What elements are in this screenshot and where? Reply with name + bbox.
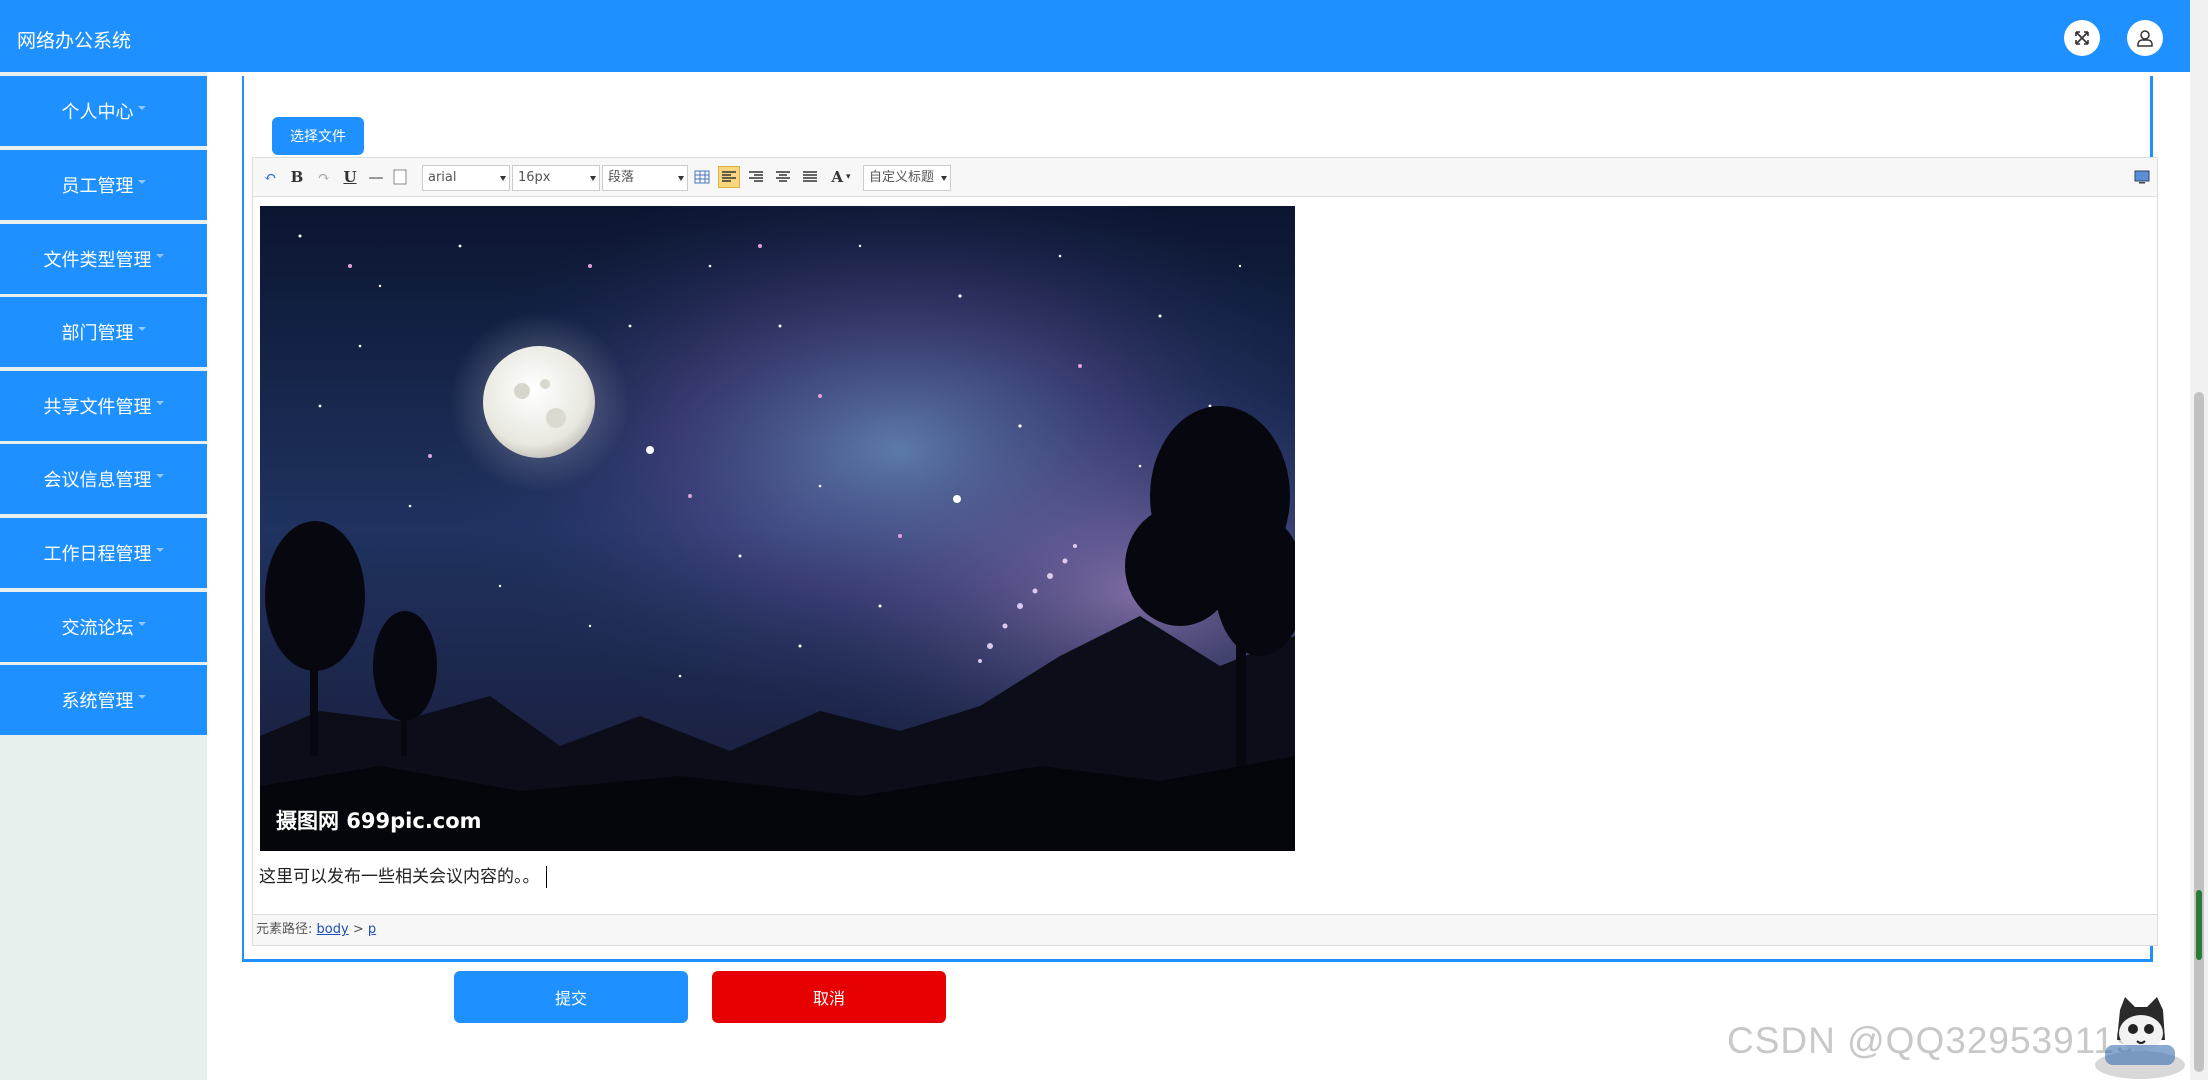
chevron-down-icon <box>137 327 146 331</box>
align-justify-icon[interactable] <box>799 166 821 188</box>
night-sky-image: 摄图网 699pic.com <box>260 206 1295 851</box>
chevron-down-icon <box>137 106 146 110</box>
sidebar-item-personal-center[interactable]: 个人中心 <box>0 76 207 146</box>
text-cursor <box>545 866 547 888</box>
paste-icon[interactable] <box>389 166 411 188</box>
sidebar-item-label: 员工管理 <box>61 176 134 197</box>
image-watermark: 摄图网 699pic.com <box>276 809 482 833</box>
sidebar-item-file-type[interactable]: 文件类型管理 <box>0 224 207 294</box>
chevron-down-icon <box>137 622 146 626</box>
sidebar-item-label: 工作日程管理 <box>43 544 152 565</box>
sidebar-item-label: 个人中心 <box>61 102 134 123</box>
sidebar-item-shared-files[interactable]: 共享文件管理 <box>0 371 207 441</box>
chevron-down-icon <box>137 180 146 184</box>
table-icon[interactable] <box>691 166 713 188</box>
scrollbar-thumb[interactable] <box>2194 392 2204 1072</box>
editor-body-text[interactable]: 这里可以发布一些相关会议内容的。。 <box>259 862 547 888</box>
bold-button[interactable]: B <box>286 166 308 188</box>
cat-mascot-image <box>2095 997 2185 1079</box>
chevron-down-icon <box>155 548 164 552</box>
sidebar-item-label: 文件类型管理 <box>43 250 152 271</box>
align-center-icon[interactable] <box>772 166 794 188</box>
path-label: 元素路径: <box>256 922 313 937</box>
path-separator: > <box>352 922 364 937</box>
undo-icon[interactable]: ↶ <box>259 166 281 188</box>
sidebar-item-label: 系统管理 <box>61 691 134 712</box>
underline-button[interactable]: U <box>339 166 361 188</box>
app-title: 网络办公系统 <box>17 30 132 52</box>
chevron-down-icon <box>155 474 164 478</box>
user-menu-button[interactable] <box>2127 20 2163 56</box>
submit-button[interactable]: 提交 <box>454 971 688 1023</box>
paragraph-select[interactable]: 段落 <box>602 165 688 191</box>
chevron-down-icon <box>137 695 146 699</box>
path-p-link[interactable]: p <box>368 922 376 937</box>
sidebar-item-forum[interactable]: 交流论坛 <box>0 592 207 662</box>
top-header-bar: 网络办公系统 <box>0 0 2190 72</box>
font-color-label: A <box>831 168 844 186</box>
custom-title-select[interactable]: 自定义标题 <box>863 165 951 191</box>
font-size-select[interactable]: 16px <box>512 165 600 191</box>
align-left-icon[interactable] <box>718 166 740 188</box>
scrollbar-marker <box>2196 890 2202 960</box>
sidebar-item-work-schedule[interactable]: 工作日程管理 <box>0 518 207 588</box>
sidebar-item-label: 部门管理 <box>61 323 134 344</box>
chevron-down-icon <box>155 254 164 258</box>
body-paragraph: 这里可以发布一些相关会议内容的。。 <box>259 867 540 887</box>
fullscreen-icon[interactable] <box>2131 166 2153 188</box>
user-icon <box>2137 30 2153 47</box>
sidebar-item-meeting-info[interactable]: 会议信息管理 <box>0 444 207 514</box>
horizontal-rule-icon[interactable]: — <box>365 166 387 188</box>
sidebar-item-system[interactable]: 系统管理 <box>0 665 207 735</box>
font-family-select[interactable]: arial <box>422 165 510 191</box>
sidebar-item-label: 共享文件管理 <box>43 397 152 418</box>
element-path-bar: 元素路径: body > p <box>252 914 2158 946</box>
path-body-link[interactable]: body <box>317 922 349 937</box>
sidebar-item-label: 会议信息管理 <box>43 470 152 491</box>
fullscreen-button[interactable] <box>2064 20 2100 56</box>
font-color-button[interactable]: A ▾ <box>827 166 855 188</box>
sidebar-item-employee[interactable]: 员工管理 <box>0 150 207 220</box>
choose-file-button[interactable]: 选择文件 <box>272 117 364 155</box>
sidebar-item-label: 交流论坛 <box>61 618 134 639</box>
redo-icon[interactable]: ↷ <box>313 166 335 188</box>
chevron-down-icon <box>155 401 164 405</box>
align-right-icon[interactable] <box>745 166 767 188</box>
expand-icon <box>2075 31 2089 45</box>
editor-toolbar: ↶ B ↷ U — arial 16px 段落 A ▾ 自定义标题 <box>252 157 2158 197</box>
cancel-button[interactable]: 取消 <box>712 971 946 1023</box>
sidebar-item-department[interactable]: 部门管理 <box>0 297 207 367</box>
